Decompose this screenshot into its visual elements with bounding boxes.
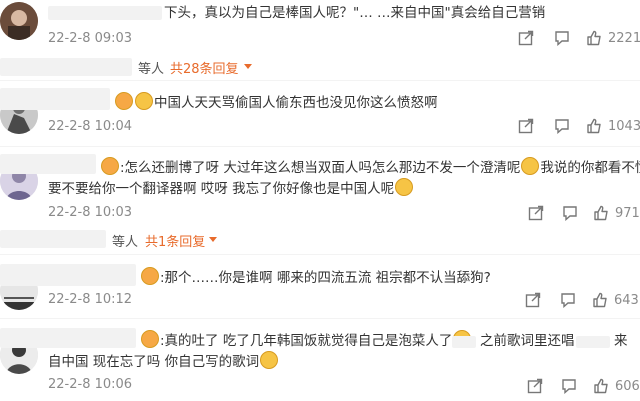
comment-button[interactable]	[560, 292, 576, 308]
comment-time: 22-2-8 10:04	[48, 119, 133, 134]
comment-button[interactable]	[562, 205, 578, 221]
comment-thread: { "comments":[ {"text":"下头，真以为自己是棒国人呢？\"…	[0, 0, 640, 401]
comment-text-line2-body: 要不要给你一个翻译器啊 哎呀 我忘了你好像也是中国人呢	[48, 181, 395, 197]
like-count: 971	[615, 205, 640, 221]
comment-button[interactable]	[554, 30, 570, 46]
share-button[interactable]	[518, 118, 534, 134]
crying-emoji-icon	[260, 351, 279, 369]
like-button[interactable]: 971	[593, 205, 640, 221]
comment-text: :怎么还删博了呀 大过年这么想当双面人吗怎么那边不发一个澄清呢 我说的你都看不懂?	[100, 157, 640, 179]
shocked-emoji-icon	[395, 178, 414, 196]
like-count: 643	[614, 292, 639, 308]
like-icon	[587, 118, 601, 134]
like-count: 2221	[608, 30, 640, 46]
share-button[interactable]	[518, 30, 534, 46]
reply-count[interactable]: 共28条回复	[170, 58, 239, 77]
comment-text-line1b: 我说的你都看不懂?	[540, 160, 640, 176]
comment-text: :真的吐了 吃了几年韩国饭就觉得自己是泡菜人了	[140, 330, 472, 352]
comment-icon	[561, 293, 575, 308]
share-button[interactable]	[525, 292, 541, 308]
comment-icon	[555, 119, 569, 134]
divider	[0, 254, 640, 255]
comment-text-line1c: 来	[614, 333, 628, 349]
like-button[interactable]: 1043	[586, 118, 640, 134]
comment-text-body: 中国人天天骂偷国人偷东西也没见你这么愤怒啊	[154, 95, 438, 111]
like-button[interactable]: 606	[593, 378, 640, 394]
view-replies[interactable]: 等人 共1条回复	[0, 231, 640, 253]
comment-time: 22-2-8 10:06	[48, 377, 133, 392]
like-icon	[594, 205, 608, 221]
comment-icon	[562, 379, 576, 394]
share-icon	[528, 205, 544, 221]
like-icon	[587, 30, 601, 46]
comment-icon	[563, 206, 577, 221]
comment-time: 22-2-8 10:03	[48, 205, 133, 220]
comment-text-line2: 自中国 现在忘了吗 你自己写的歌词	[48, 351, 279, 373]
share-icon	[518, 118, 534, 134]
comment-text: 下头，真以为自己是棒国人呢？"… …来自中国"真会给自己营销	[164, 5, 546, 21]
reply-prefix: 等人	[138, 62, 165, 77]
share-button[interactable]	[528, 205, 544, 221]
comment-text-line1: :真的吐了 吃了几年韩国饭就觉得自己是泡菜人了	[160, 333, 453, 349]
divider	[0, 146, 640, 147]
divider	[0, 80, 640, 81]
like-icon	[593, 292, 607, 308]
dropdown-arrow-icon	[209, 237, 217, 242]
like-count: 1043	[608, 118, 640, 134]
comment-text-line2: 要不要给你一个翻译器啊 哎呀 我忘了你好像也是中国人呢	[48, 178, 414, 200]
comment-text-line1: :怎么还删博了呀 大过年这么想当双面人吗怎么那边不发一个澄清呢	[120, 160, 521, 176]
crying-emoji-icon	[521, 157, 540, 175]
comment-time: 22-2-8 09:03	[48, 31, 133, 46]
like-count: 606	[615, 378, 640, 394]
comment-text: 中国人天天骂偷国人偷东西也没见你这么愤怒啊	[114, 92, 438, 114]
comment-icon	[555, 31, 569, 46]
share-button[interactable]	[527, 378, 543, 394]
comment-text-body: :那个……你是谁啊 哪来的四流五流 祖宗都不认当舔狗?	[160, 270, 491, 286]
divider	[0, 318, 640, 319]
avatar[interactable]	[0, 2, 38, 40]
comment-button[interactable]	[554, 118, 570, 134]
redacted-text	[576, 336, 610, 348]
like-icon	[594, 378, 608, 394]
comment-text-line2-body: 自中国 现在忘了吗 你自己写的歌词	[48, 354, 260, 370]
username-redacted	[0, 264, 136, 286]
comment-time: 22-2-8 10:12	[48, 292, 133, 307]
share-icon	[518, 30, 534, 46]
angry-emoji-icon	[135, 92, 153, 110]
username-redacted	[0, 328, 136, 348]
angry-emoji-icon	[115, 92, 133, 110]
reply-count[interactable]: 共1条回复	[145, 231, 205, 250]
angry-emoji-icon	[141, 330, 159, 348]
username-redacted	[0, 154, 96, 174]
redacted-text	[452, 336, 476, 348]
reply-prefix: 等人	[112, 235, 139, 250]
angry-emoji-icon	[141, 267, 159, 285]
angry-emoji-icon	[101, 157, 119, 175]
username-redacted	[0, 88, 110, 110]
comment-text: :那个……你是谁啊 哪来的四流五流 祖宗都不认当舔狗?	[140, 267, 491, 289]
view-replies[interactable]: 等人 共28条回复	[0, 58, 640, 80]
share-icon	[527, 378, 543, 394]
comment-button[interactable]	[561, 378, 577, 394]
like-button[interactable]: 2221	[586, 30, 640, 46]
like-button[interactable]: 643	[592, 292, 639, 308]
share-icon	[525, 292, 541, 308]
comment-text-line1b: 之前歌词里还唱	[480, 333, 575, 349]
username-redacted	[48, 6, 162, 20]
dropdown-arrow-icon	[244, 64, 252, 69]
